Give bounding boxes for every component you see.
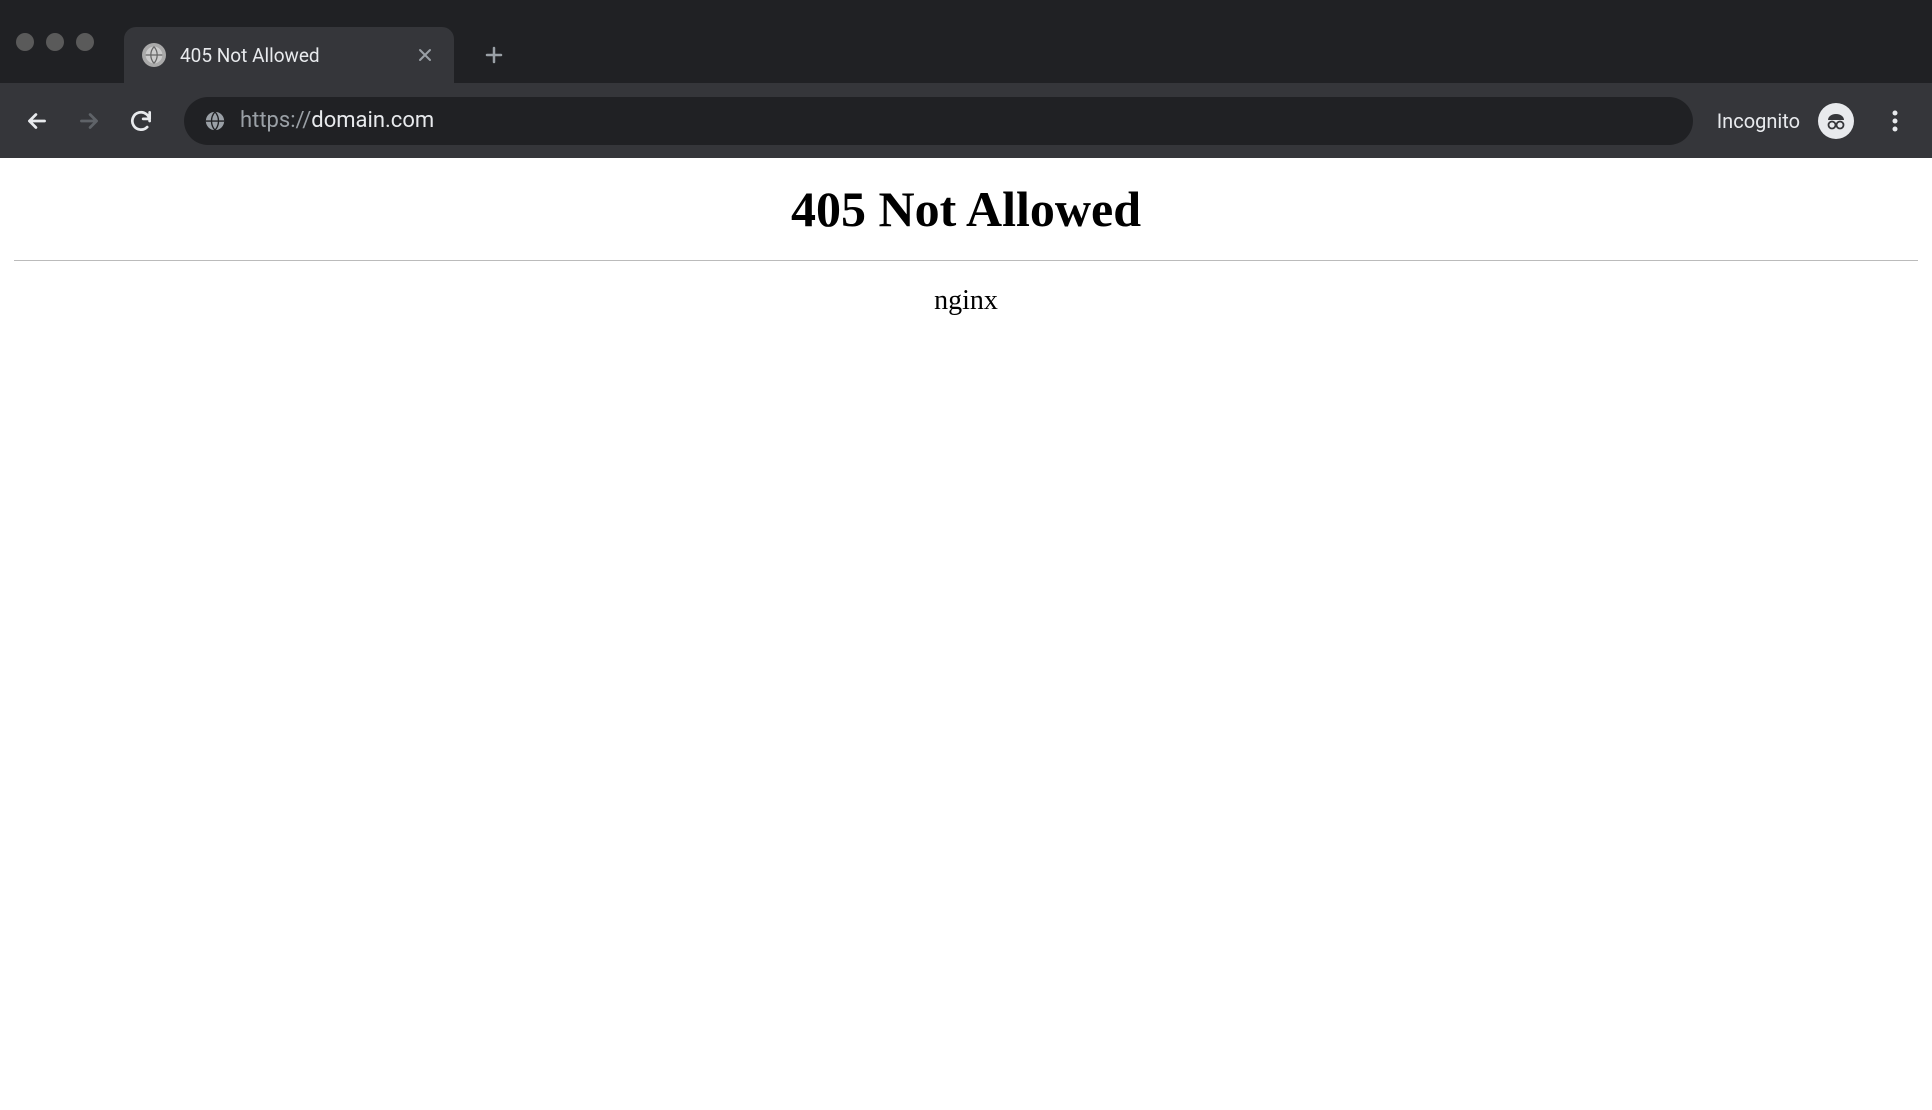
url-scheme: https:// [240, 108, 311, 133]
window-minimize-button[interactable] [46, 33, 64, 51]
back-button[interactable] [18, 102, 56, 140]
address-bar[interactable]: https://domain.com [184, 97, 1693, 145]
browser-menu-button[interactable] [1876, 102, 1914, 140]
url-display: https://domain.com [240, 108, 434, 133]
window-controls [16, 33, 94, 51]
window-maximize-button[interactable] [76, 33, 94, 51]
window-close-button[interactable] [16, 33, 34, 51]
forward-button[interactable] [70, 102, 108, 140]
tab-strip: 405 Not Allowed [0, 0, 1932, 83]
url-host: domain.com [311, 108, 434, 133]
tab-title: 405 Not Allowed [180, 44, 400, 67]
server-name: nginx [14, 285, 1918, 317]
browser-chrome: 405 Not Allowed [0, 0, 1932, 158]
site-info-icon[interactable] [204, 110, 226, 132]
divider [14, 260, 1918, 261]
reload-button[interactable] [122, 102, 160, 140]
globe-icon [142, 43, 166, 67]
browser-toolbar: https://domain.com Incognito [0, 83, 1932, 158]
new-tab-button[interactable] [474, 35, 514, 75]
incognito-icon[interactable] [1818, 103, 1854, 139]
error-heading: 405 Not Allowed [14, 180, 1918, 238]
page-content: 405 Not Allowed nginx [0, 158, 1932, 1110]
incognito-label: Incognito [1717, 109, 1800, 133]
browser-tab[interactable]: 405 Not Allowed [124, 27, 454, 83]
tab-close-button[interactable] [414, 44, 436, 66]
